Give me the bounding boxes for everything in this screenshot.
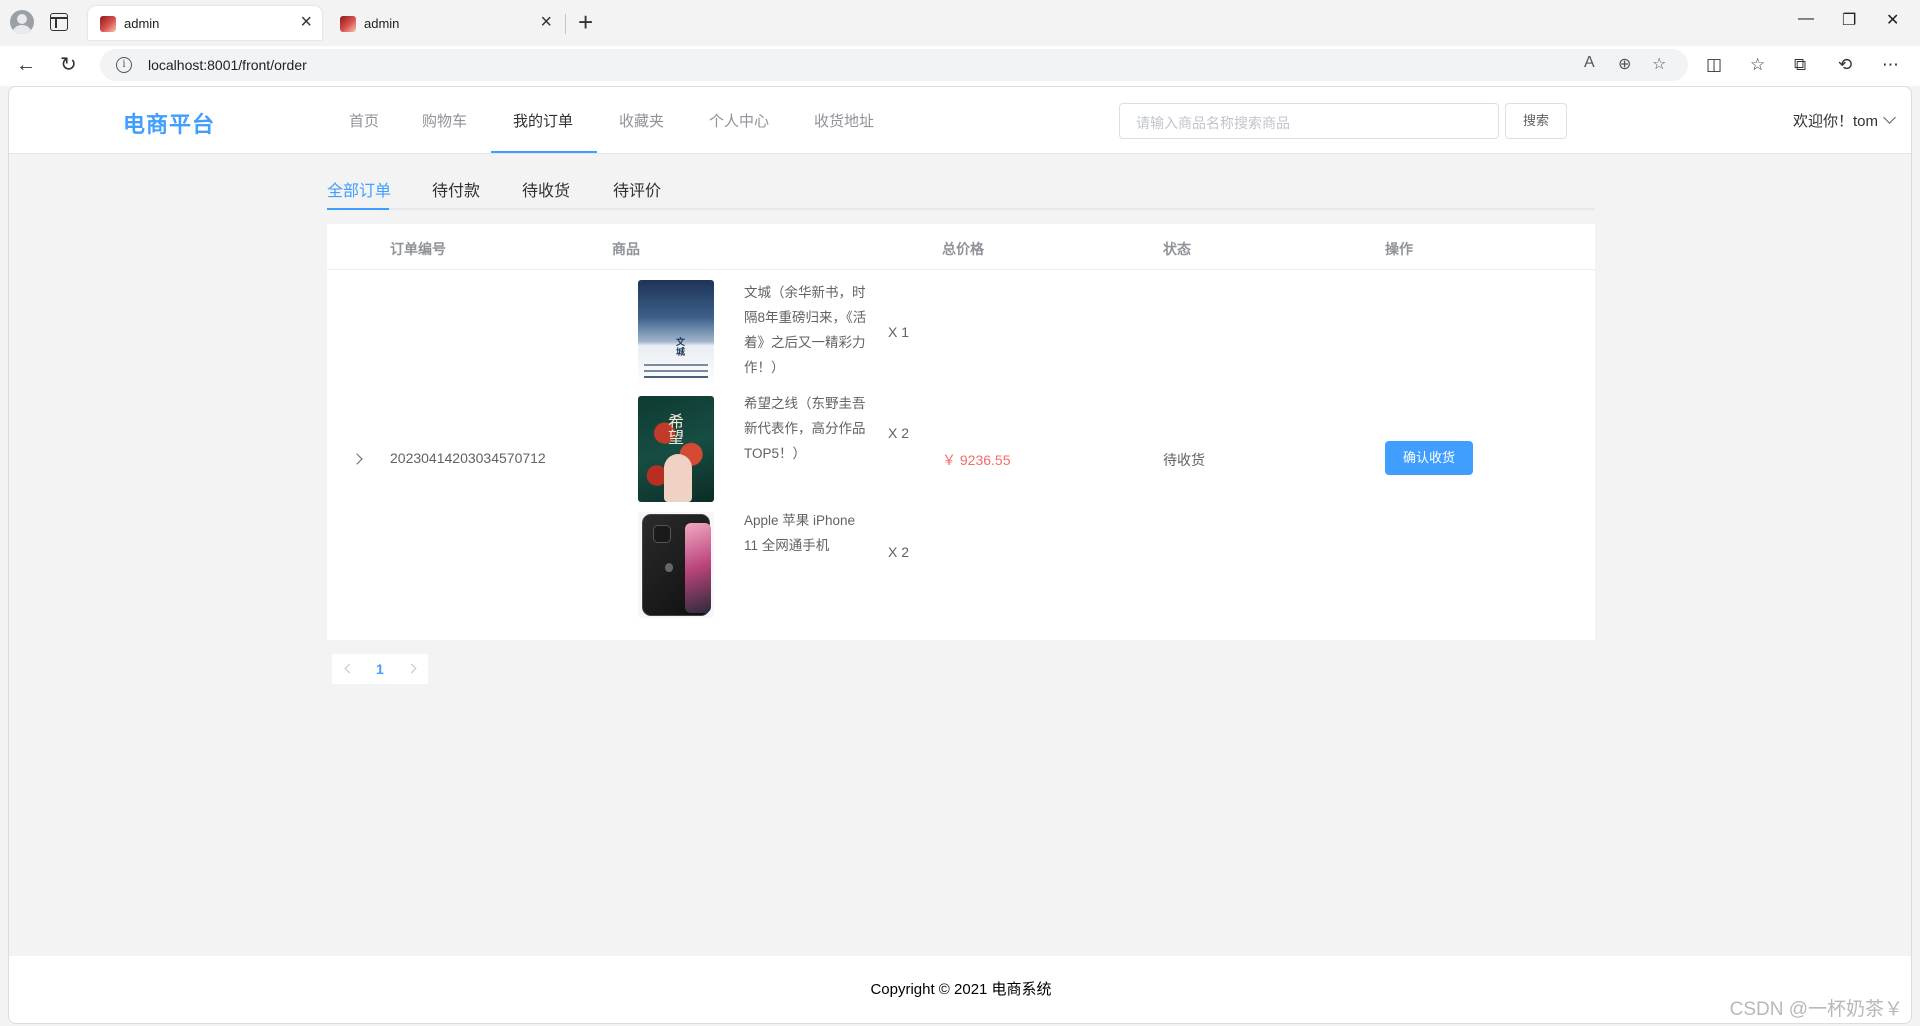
column-header-goods: 商品 [612, 241, 640, 257]
phone-screen-art [685, 523, 711, 613]
apple-logo-icon [665, 563, 673, 572]
close-tab-icon[interactable]: × [540, 11, 552, 33]
user-welcome[interactable]: 欢迎你！tom [1793, 110, 1878, 131]
site-header: 电商平台 首页 购物车 我的订单 收藏夹 个人中心 收货地址 请输入商品名称搜索… [9, 87, 1911, 154]
nav-home[interactable]: 首页 [349, 110, 379, 131]
split-screen-icon[interactable]: ◫ [1706, 55, 1722, 75]
next-page-icon[interactable] [406, 663, 417, 674]
nav-cart[interactable]: 购物车 [422, 110, 467, 131]
tab-actions-icon[interactable] [50, 13, 68, 31]
tab-pending-review[interactable]: 待评价 [613, 177, 661, 201]
tab-separator [565, 14, 566, 34]
column-header-action: 操作 [1385, 241, 1413, 257]
order-total-price: ￥ 9236.55 [942, 452, 1011, 468]
search-input[interactable]: 请输入商品名称搜索商品 [1119, 103, 1499, 139]
url-field[interactable]: i localhost:8001/front/order A ⊕ ☆ [100, 49, 1688, 81]
header-divider [327, 269, 1595, 270]
page-viewport: 电商平台 首页 购物车 我的订单 收藏夹 个人中心 收货地址 请输入商品名称搜索… [8, 86, 1912, 1024]
nav-address[interactable]: 收货地址 [814, 110, 874, 131]
page-number[interactable]: 1 [376, 661, 384, 677]
collections-icon[interactable]: ⧉ [1794, 55, 1806, 75]
zoom-icon[interactable]: ⊕ [1618, 54, 1631, 74]
goods-name[interactable]: Apple 苹果 iPhone 11 全网通手机 [744, 508, 868, 558]
pagination: 1 [332, 654, 428, 684]
read-aloud-icon[interactable]: A [1584, 54, 1595, 72]
url-text: localhost:8001/front/order [148, 57, 307, 73]
minimize-icon[interactable]: — [1798, 10, 1814, 28]
restore-icon[interactable]: ❐ [1842, 10, 1856, 30]
order-table: 订单编号 商品 总价格 状态 操作 20230414203034570712 文… [327, 224, 1595, 640]
phone-camera-art [653, 525, 671, 543]
address-bar: ← ↻ i localhost:8001/front/order A ⊕ ☆ ◫… [0, 46, 1920, 86]
favorites-icon[interactable]: ☆ [1750, 55, 1765, 75]
column-header-order-no: 订单编号 [390, 241, 446, 257]
favicon-icon [340, 16, 356, 32]
goods-quantity: X 2 [888, 425, 910, 441]
copyright-text: Copyright © 2021 电商系统 [870, 981, 1052, 998]
phone-body-art [642, 514, 711, 616]
goods-name[interactable]: 希望之线（东野圭吾新代表作，高分作品TOP5！） [744, 391, 868, 466]
more-menu-icon[interactable]: ⋯ [1882, 55, 1899, 75]
close-tab-icon[interactable]: × [300, 11, 312, 33]
column-header-total: 总价格 [942, 241, 984, 257]
book-cover-image: 希望 [638, 396, 714, 502]
tab-all-orders[interactable]: 全部订单 [327, 177, 391, 201]
back-icon[interactable]: ← [16, 50, 36, 80]
favicon-icon [100, 16, 116, 32]
tab-title: admin [124, 16, 160, 31]
prev-page-icon[interactable] [344, 663, 355, 674]
history-icon[interactable]: ⟲ [1838, 55, 1852, 75]
csdn-watermark: CSDN @一杯奶茶￥ [1729, 999, 1903, 1020]
order-number: 20230414203034570712 [390, 450, 546, 466]
tab-title: admin [364, 16, 400, 31]
goods-quantity: X 1 [888, 324, 910, 340]
close-window-icon[interactable]: ✕ [1886, 10, 1899, 30]
profile-avatar-icon[interactable] [10, 10, 34, 34]
new-tab-icon[interactable]: + [578, 8, 593, 36]
confirm-receipt-button[interactable]: 确认收货 [1385, 441, 1473, 475]
tabs-divider [327, 208, 1595, 210]
column-header-status: 状态 [1163, 241, 1191, 257]
site-info-icon[interactable]: i [116, 57, 132, 73]
phone-image [638, 512, 714, 618]
cover-title-art: 希望 [668, 412, 685, 447]
goods-name[interactable]: 文城（余华新书，时隔8年重磅归来，《活着》之后又一精彩力作！） [744, 280, 868, 380]
nav-active-indicator [491, 151, 597, 153]
order-status: 待收货 [1163, 452, 1205, 468]
browser-tab-active[interactable]: admin × [88, 6, 322, 40]
cover-title-art: 文城 [676, 338, 686, 358]
refresh-icon[interactable]: ↻ [60, 50, 77, 80]
chevron-down-icon[interactable] [1883, 111, 1896, 124]
expand-row-icon[interactable] [351, 453, 363, 465]
site-logo[interactable]: 电商平台 [123, 107, 215, 139]
goods-quantity: X 2 [888, 544, 910, 560]
tab-pending-receipt[interactable]: 待收货 [522, 177, 570, 201]
tab-active-indicator [327, 208, 389, 210]
book-cover-image: 文城 [638, 280, 714, 386]
browser-tab[interactable]: admin × [328, 6, 562, 40]
nav-profile[interactable]: 个人中心 [709, 110, 769, 131]
site-footer: Copyright © 2021 电商系统 CSDN @一杯奶茶￥ [9, 956, 1911, 1023]
nav-favorites[interactable]: 收藏夹 [619, 110, 664, 131]
browser-tab-bar: admin × admin × + — ❐ ✕ [0, 0, 1920, 46]
nav-my-orders[interactable]: 我的订单 [513, 110, 573, 131]
add-favorite-icon[interactable]: ☆ [1652, 54, 1666, 74]
cover-text-art [644, 364, 708, 366]
search-button[interactable]: 搜索 [1505, 103, 1567, 139]
cover-figure-art [664, 454, 692, 502]
tab-pending-payment[interactable]: 待付款 [432, 177, 480, 201]
